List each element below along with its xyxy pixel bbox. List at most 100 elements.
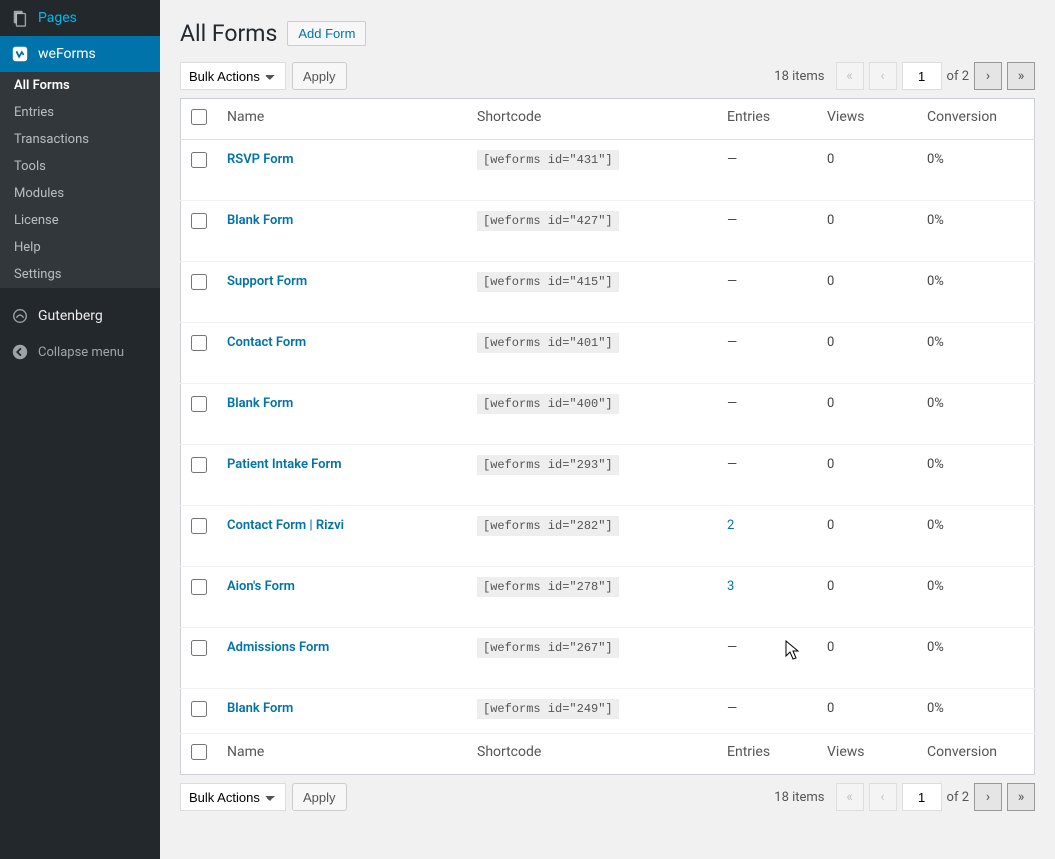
apply-button-bottom[interactable]: Apply <box>292 783 347 811</box>
items-count-bottom: 18 items <box>774 790 824 805</box>
entries-value: — <box>727 274 737 289</box>
form-name-link[interactable]: Support Form <box>227 274 307 289</box>
shortcode-value[interactable]: [weforms id="282"] <box>477 516 619 536</box>
entries-link[interactable]: 3 <box>727 579 734 594</box>
sidebar-sub-all-forms[interactable]: All Forms <box>0 72 160 99</box>
next-page-button-bottom[interactable]: › <box>974 783 1002 811</box>
shortcode-value[interactable]: [weforms id="249"] <box>477 699 619 719</box>
shortcode-value[interactable]: [weforms id="267"] <box>477 638 619 658</box>
row-checkbox[interactable] <box>191 579 207 595</box>
sidebar-item-gutenberg[interactable]: Gutenberg <box>0 298 160 334</box>
shortcode-value[interactable]: [weforms id="400"] <box>477 394 619 414</box>
row-checkbox[interactable] <box>191 274 207 290</box>
th-conversion[interactable]: Conversion <box>917 99 1035 140</box>
shortcode-value[interactable]: [weforms id="427"] <box>477 211 619 231</box>
sidebar-item-weforms[interactable]: weForms <box>0 36 160 72</box>
top-controls: Bulk Actions Apply 18 items « ‹ of 2 › » <box>180 62 1035 90</box>
row-checkbox[interactable] <box>191 335 207 351</box>
views-value: 0 <box>827 335 834 350</box>
row-checkbox[interactable] <box>191 640 207 656</box>
table-row: Contact Form [weforms id="401"] — 0 0% <box>181 323 1035 384</box>
views-value: 0 <box>827 274 834 289</box>
shortcode-value[interactable]: [weforms id="278"] <box>477 577 619 597</box>
views-value: 0 <box>827 701 834 716</box>
shortcode-value[interactable]: [weforms id="293"] <box>477 455 619 475</box>
table-row: Support Form [weforms id="415"] — 0 0% <box>181 262 1035 323</box>
row-checkbox[interactable] <box>191 396 207 412</box>
th-shortcode[interactable]: Shortcode <box>467 99 717 140</box>
items-count: 18 items <box>774 69 824 84</box>
conversion-value: 0% <box>927 335 944 350</box>
last-page-button[interactable]: » <box>1007 62 1035 90</box>
row-checkbox[interactable] <box>191 518 207 534</box>
table-row: Patient Intake Form [weforms id="293"] —… <box>181 445 1035 506</box>
apply-button-top[interactable]: Apply <box>292 62 347 90</box>
sidebar-sub-settings[interactable]: Settings <box>0 261 160 288</box>
first-page-button-bottom[interactable]: « <box>836 783 864 811</box>
next-page-button[interactable]: › <box>974 62 1002 90</box>
form-name-link[interactable]: Aion's Form <box>227 579 295 594</box>
form-name-link[interactable]: Blank Form <box>227 213 293 228</box>
sidebar-item-label: Pages <box>38 10 77 26</box>
row-checkbox[interactable] <box>191 152 207 168</box>
prev-page-button[interactable]: ‹ <box>869 62 897 90</box>
sidebar-sub-modules[interactable]: Modules <box>0 180 160 207</box>
shortcode-value[interactable]: [weforms id="415"] <box>477 272 619 292</box>
select-all-top[interactable] <box>191 109 207 125</box>
bulk-actions-select-top[interactable]: Bulk Actions <box>180 62 286 90</box>
sidebar-sub-help[interactable]: Help <box>0 234 160 261</box>
shortcode-value[interactable]: [weforms id="401"] <box>477 333 619 353</box>
views-value: 0 <box>827 457 834 472</box>
entries-link[interactable]: 2 <box>727 518 734 533</box>
title-row: All Forms Add Form <box>180 20 1035 47</box>
tf-entries[interactable]: Entries <box>717 734 817 775</box>
tf-views[interactable]: Views <box>817 734 917 775</box>
form-name-link[interactable]: Blank Form <box>227 701 293 716</box>
table-row: Aion's Form [weforms id="278"] 3 0 0% <box>181 567 1035 628</box>
form-name-link[interactable]: Blank Form <box>227 396 293 411</box>
weforms-icon <box>10 44 30 64</box>
conversion-value: 0% <box>927 640 944 655</box>
th-name[interactable]: Name <box>217 99 467 140</box>
page-input[interactable] <box>902 62 942 90</box>
sidebar-item-pages[interactable]: Pages <box>0 0 160 36</box>
row-checkbox[interactable] <box>191 213 207 229</box>
prev-page-button-bottom[interactable]: ‹ <box>869 783 897 811</box>
tf-conversion[interactable]: Conversion <box>917 734 1035 775</box>
conversion-value: 0% <box>927 518 944 533</box>
conversion-value: 0% <box>927 213 944 228</box>
sidebar-sub-tools[interactable]: Tools <box>0 153 160 180</box>
collapse-menu-button[interactable]: Collapse menu <box>0 334 160 370</box>
table-row: Admissions Form [weforms id="267"] — 0 0… <box>181 628 1035 689</box>
form-name-link[interactable]: Admissions Form <box>227 640 329 655</box>
select-all-bottom[interactable] <box>191 744 207 760</box>
row-checkbox[interactable] <box>191 701 207 717</box>
views-value: 0 <box>827 396 834 411</box>
form-name-link[interactable]: Contact Form | Rizvi <box>227 518 344 533</box>
collapse-icon <box>10 342 30 362</box>
tf-shortcode[interactable]: Shortcode <box>467 734 717 775</box>
form-name-link[interactable]: Patient Intake Form <box>227 457 342 472</box>
entries-value: — <box>727 396 737 411</box>
conversion-value: 0% <box>927 701 944 716</box>
of-pages-label: of 2 <box>947 69 969 84</box>
entries-value: — <box>727 152 737 167</box>
row-checkbox[interactable] <box>191 457 207 473</box>
first-page-button[interactable]: « <box>836 62 864 90</box>
th-views[interactable]: Views <box>817 99 917 140</box>
sidebar-sub-transactions[interactable]: Transactions <box>0 126 160 153</box>
shortcode-value[interactable]: [weforms id="431"] <box>477 150 619 170</box>
tf-name[interactable]: Name <box>217 734 467 775</box>
sidebar-sub-license[interactable]: License <box>0 207 160 234</box>
form-name-link[interactable]: Contact Form <box>227 335 306 350</box>
admin-sidebar: Pages weForms All Forms Entries Transact… <box>0 0 160 859</box>
last-page-button-bottom[interactable]: » <box>1007 783 1035 811</box>
th-entries[interactable]: Entries <box>717 99 817 140</box>
form-name-link[interactable]: RSVP Form <box>227 152 294 167</box>
sidebar-sub-entries[interactable]: Entries <box>0 99 160 126</box>
add-form-button[interactable]: Add Form <box>287 21 366 46</box>
entries-value: — <box>727 335 737 350</box>
page-input-bottom[interactable] <box>902 783 942 811</box>
views-value: 0 <box>827 640 834 655</box>
bulk-actions-select-bottom[interactable]: Bulk Actions <box>180 783 286 811</box>
